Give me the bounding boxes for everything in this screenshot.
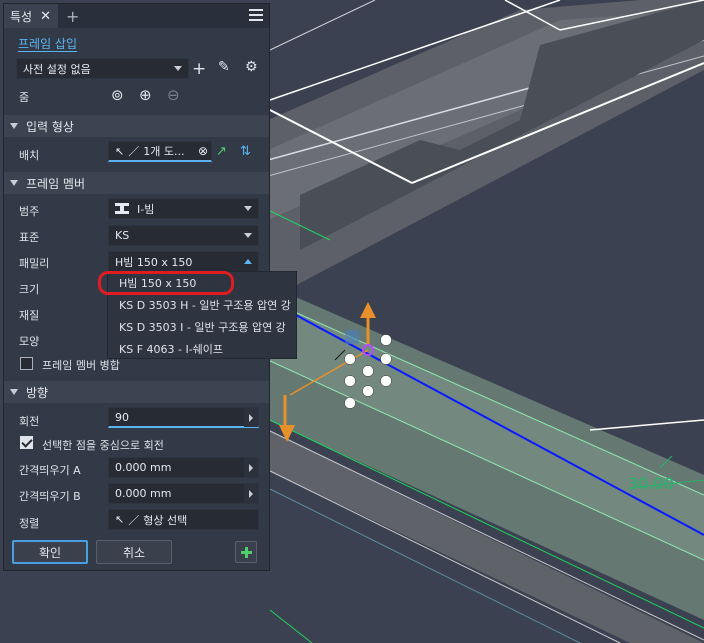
appearance-label: 모양 <box>19 335 40 348</box>
align-value: 형상 선택 <box>143 513 188 527</box>
i-beam-icon <box>115 203 129 214</box>
zoom-out-icon[interactable]: ⊖ <box>167 86 180 104</box>
preset-select[interactable]: 사전 설정 없음 <box>16 58 189 79</box>
offset-a-label: 간격띄우기 A <box>19 464 81 477</box>
frame-insert-link[interactable]: 프레임 삽입 <box>18 37 78 52</box>
section-title: 입력 형상 <box>26 119 74 134</box>
apply-add-button[interactable] <box>235 541 257 563</box>
cursor-icon: ↖ <box>115 144 125 158</box>
chevron-down-icon <box>244 206 252 211</box>
rotate-about-point-checkbox[interactable] <box>20 436 33 449</box>
offset-b-input[interactable]: 0.000 mm <box>108 483 259 504</box>
chevron-down-icon <box>174 66 182 71</box>
placement-label: 배치 <box>19 149 40 162</box>
cancel-button[interactable]: 취소 <box>96 540 172 564</box>
zoom-in-icon[interactable]: ⊕ <box>139 86 152 104</box>
rotation-input[interactable]: 90 <box>108 407 259 428</box>
section-title: 프레임 멤버 <box>26 176 86 191</box>
tab-label: 특성 <box>10 9 33 24</box>
chevron-right-icon[interactable] <box>244 484 258 503</box>
chevron-up-icon <box>244 259 252 264</box>
offset-a-input[interactable]: 0.000 mm <box>108 457 259 478</box>
family-value: H빔 150 x 150 <box>115 255 193 269</box>
panel-tab-bar: 특성 ✕ + <box>4 4 269 28</box>
chevron-right-icon[interactable] <box>244 458 258 477</box>
align-field[interactable]: ↖ ／ 형상 선택 <box>108 509 259 530</box>
zoom-label: 줌 <box>19 91 30 104</box>
clear-icon[interactable]: ⊗ <box>198 144 208 158</box>
section-input-shape[interactable]: 입력 형상 <box>4 115 269 137</box>
placement-field[interactable]: ↖ ／ 1개 도... ⊗ <box>108 141 212 162</box>
align-label: 정렬 <box>19 517 40 530</box>
collapse-icon <box>10 123 18 129</box>
placement-value: 1개 도... <box>143 145 185 158</box>
cursor-icon: ↖ <box>115 513 125 526</box>
ok-button[interactable]: 확인 <box>12 540 88 564</box>
dimension-label[interactable]: 30.00 <box>628 474 674 493</box>
menu-icon[interactable] <box>249 9 263 21</box>
offset-b-value: 0.000 mm <box>115 487 172 500</box>
section-frame-member[interactable]: 프레임 멤버 <box>4 172 269 194</box>
add-preset-icon[interactable]: + <box>192 59 206 79</box>
rotation-label: 회전 <box>19 415 40 428</box>
offset-b-label: 간격띄우기 B <box>19 490 81 503</box>
category-select[interactable]: I-빔 <box>108 198 259 219</box>
dropdown-option-ks-d-3503-h[interactable]: KS D 3503 H - 일반 구조용 압연 강 <box>108 294 298 316</box>
gear-icon[interactable]: ⚙ <box>245 59 258 75</box>
category-value: I-빔 <box>137 202 155 216</box>
select-points-icon[interactable]: ↗ <box>216 144 227 159</box>
standard-label: 표준 <box>19 231 40 244</box>
collapse-icon <box>10 180 18 186</box>
tab-properties[interactable]: 특성 ✕ <box>4 4 58 28</box>
zoom-all-icon[interactable]: ⊚ <box>111 86 124 104</box>
chevron-right-icon[interactable] <box>244 408 258 427</box>
family-select[interactable]: H빔 150 x 150 <box>108 251 259 272</box>
family-label: 패밀리 <box>19 257 50 270</box>
merge-checkbox[interactable] <box>20 357 33 370</box>
offset-a-value: 0.000 mm <box>115 461 172 474</box>
line-icon: ／ <box>128 145 140 158</box>
size-label: 크기 <box>19 283 40 296</box>
category-label: 범주 <box>19 205 40 218</box>
add-tab-icon[interactable]: + <box>66 7 79 26</box>
preset-value: 사전 설정 없음 <box>23 62 91 76</box>
section-title: 방향 <box>26 385 49 400</box>
eyedropper-icon[interactable]: ✎ <box>218 59 230 75</box>
rotation-value: 90 <box>115 410 129 424</box>
line-icon: ／ <box>128 513 140 527</box>
chevron-down-icon <box>244 233 252 238</box>
dropdown-option-ks-f-4063[interactable]: KS F 4063 - I-쉐이프 <box>108 338 298 360</box>
close-icon[interactable]: ✕ <box>40 9 51 24</box>
swap-direction-icon[interactable]: ⇅ <box>240 144 251 159</box>
material-label: 재질 <box>19 309 40 322</box>
standard-select[interactable]: KS <box>108 225 259 246</box>
highlight-annotation <box>98 271 234 295</box>
dropdown-option-ks-d-3503-i[interactable]: KS D 3503 I - 일반 구조용 압연 강 <box>108 316 298 338</box>
section-orientation[interactable]: 방향 <box>4 381 269 403</box>
standard-value: KS <box>115 229 130 242</box>
rotate-about-point-label: 선택한 점을 중심으로 회전 <box>42 439 164 452</box>
collapse-icon <box>10 389 18 395</box>
